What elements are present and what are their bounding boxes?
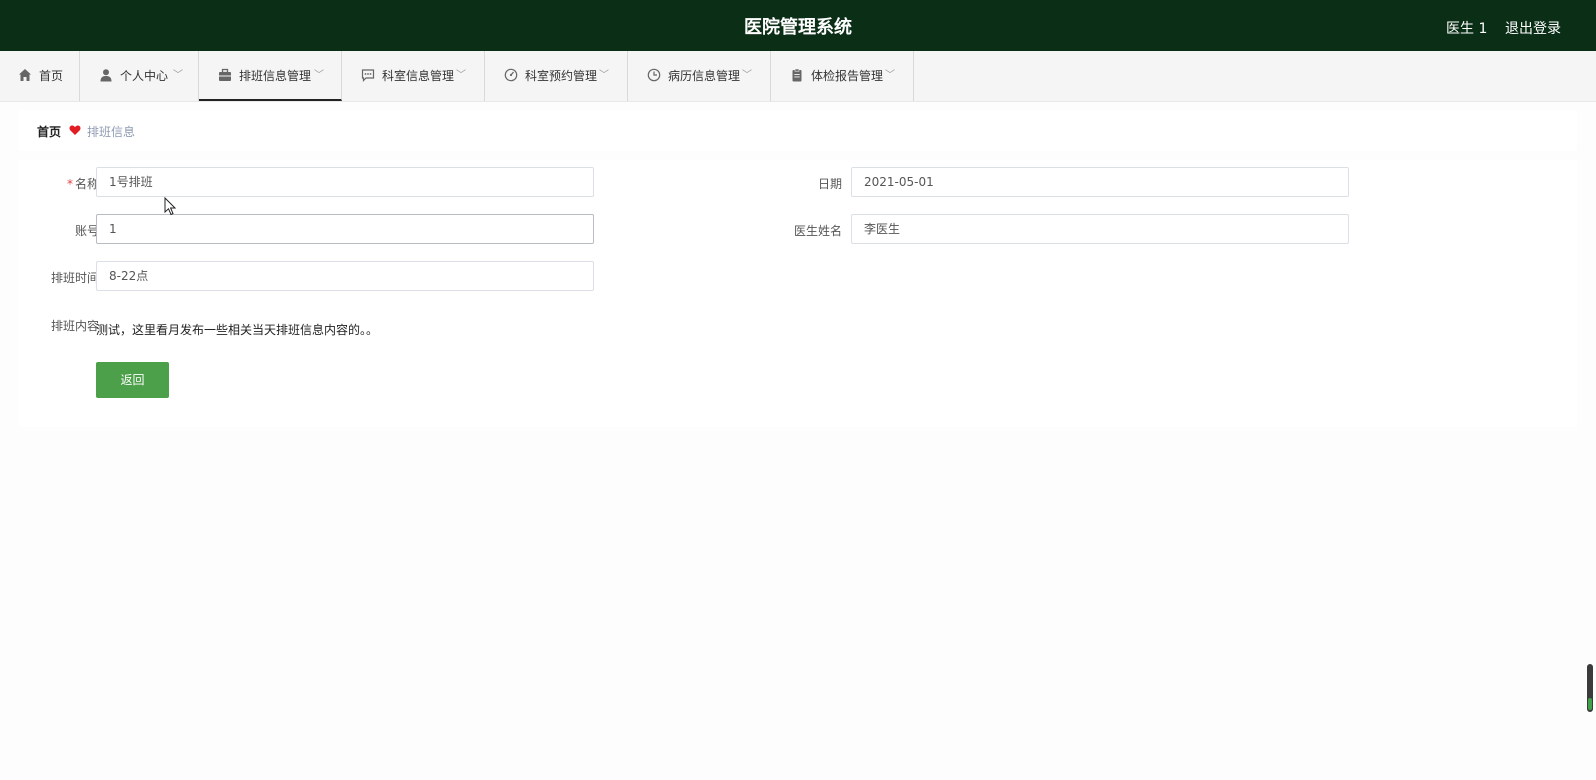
chevron-down-icon: ﹀ xyxy=(456,70,466,81)
nav-label: 首页 xyxy=(39,69,64,83)
required-mark: * xyxy=(66,177,73,191)
schedule-time-label: 排班时间 xyxy=(50,271,99,285)
top-header: 医院管理系统 医生 1 退出登录 xyxy=(0,0,1596,51)
schedule-content-text: 测试，这里看月发布一些相关当天排班信息内容的。。 xyxy=(96,323,379,337)
nav-item-appointment[interactable]: 科室预约管理 ﹀ xyxy=(485,51,628,101)
account-field[interactable]: 1 xyxy=(96,214,594,244)
breadcrumb-home[interactable]: 首页 xyxy=(37,123,61,140)
scrollbar-thumb[interactable] xyxy=(1588,698,1592,710)
nav-item-medical-record[interactable]: 病历信息管理 ﹀ xyxy=(628,51,771,101)
user-icon xyxy=(100,69,112,82)
detail-form: * 名称 1号排班 日期 2021-05-01 账号 1 医生姓名 李医生 排班时… xyxy=(19,160,1577,427)
nav-item-department[interactable]: 科室信息管理 ﹀ xyxy=(342,51,485,101)
briefcase-icon xyxy=(219,68,231,81)
nav-label: 体检报告管理 xyxy=(811,69,884,83)
nav-item-schedule[interactable]: 排班信息管理 ﹀ xyxy=(199,51,342,101)
clipboard-icon xyxy=(792,68,802,82)
nav-label: 个人中心 xyxy=(120,69,169,83)
nav-item-personal-center[interactable]: 个人中心 ﹀ xyxy=(80,51,199,101)
heart-icon xyxy=(69,125,81,135)
nav-item-home[interactable]: 首页 xyxy=(0,51,80,101)
doctor-name-field[interactable]: 李医生 xyxy=(851,214,1349,244)
gauge-icon xyxy=(504,68,518,82)
schedule-content-label: 排班内容 xyxy=(50,319,99,333)
nav-label: 病历信息管理 xyxy=(668,69,741,83)
chevron-down-icon: ﹀ xyxy=(599,70,609,81)
date-field[interactable]: 2021-05-01 xyxy=(851,167,1349,197)
chevron-down-icon: ﹀ xyxy=(885,70,895,81)
chevron-down-icon: ﹀ xyxy=(173,70,183,81)
doctor-name-label: 医生姓名 xyxy=(793,224,842,238)
current-user: 医生 1 xyxy=(1446,21,1488,37)
logout-link[interactable]: 退出登录 xyxy=(1505,18,1561,38)
mouse-cursor-icon xyxy=(164,197,177,216)
nav-label: 科室预约管理 xyxy=(525,69,598,83)
nav-label: 科室信息管理 xyxy=(382,69,455,83)
breadcrumb-current: 排班信息 xyxy=(87,125,136,139)
app-title: 医院管理系统 xyxy=(744,17,852,38)
account-label: 账号 xyxy=(74,224,99,238)
schedule-time-field[interactable]: 8-22点 xyxy=(96,261,594,291)
back-button[interactable]: 返回 xyxy=(96,362,169,398)
name-label: * 名称 xyxy=(66,177,99,191)
name-field[interactable]: 1号排班 xyxy=(96,167,594,197)
chat-icon xyxy=(361,69,375,82)
date-label: 日期 xyxy=(817,177,842,191)
breadcrumb: 首页 排班信息 xyxy=(19,110,1577,151)
main-nav: 首页 个人中心 ﹀ 排班信息管理 ﹀ 科室信息管理 ﹀ 科室预约管理 ﹀ 病历信… xyxy=(0,51,1596,102)
nav-label: 排班信息管理 xyxy=(239,69,312,83)
chevron-down-icon: ﹀ xyxy=(314,70,324,81)
nav-item-checkup-report[interactable]: 体检报告管理 ﹀ xyxy=(771,51,914,101)
home-icon xyxy=(19,69,31,81)
clock-icon xyxy=(647,68,661,82)
chevron-down-icon: ﹀ xyxy=(742,70,752,81)
